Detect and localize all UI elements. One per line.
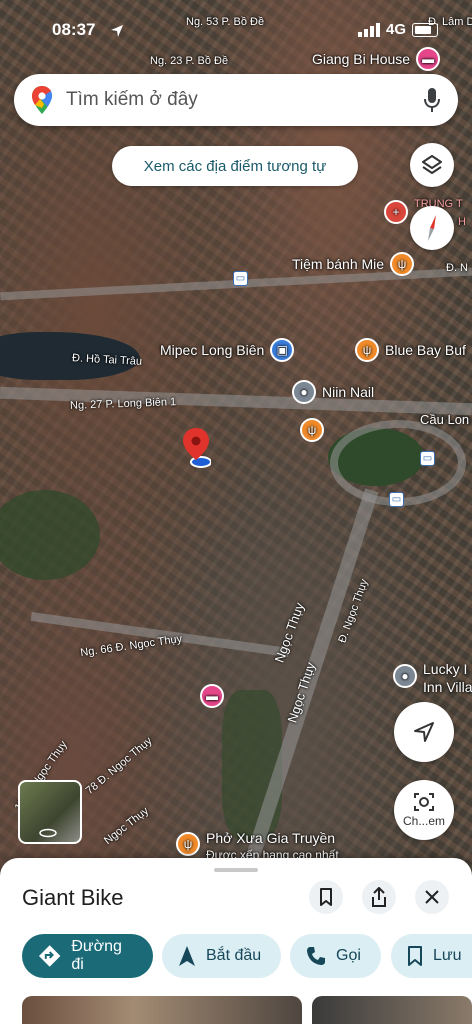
status-time: 08:37 [52, 20, 96, 39]
road [30, 611, 290, 658]
street-view-thumbnail[interactable] [18, 780, 82, 844]
share-button[interactable] [362, 880, 396, 914]
poi-label: Giang Bi House [312, 51, 411, 67]
poi-label: Lucky I [423, 661, 468, 677]
battery-icon [412, 22, 438, 37]
restaurant-icon: ψ [390, 252, 415, 276]
street-label: Ngọc Thụy [271, 600, 308, 665]
poi-giang-bi-house[interactable]: Giang Bi House ▬ [312, 47, 441, 71]
location-arrow-icon [111, 25, 123, 37]
street-label: Ng. 66 Đ. Ngọc Thụy [79, 632, 183, 660]
poi-label: Phở Xưa Gia Truyền [206, 830, 336, 846]
save-icon-button[interactable] [309, 880, 343, 914]
street-label: Ng. 23 P. Bồ Đề [150, 55, 229, 67]
network-type: 4G [385, 21, 406, 38]
directions-icon [38, 945, 61, 967]
street-label: Ng. 27 P. Long Biên 1 [69, 396, 177, 412]
poi-tiem-banh-mie[interactable]: Tiệm bánh Mie ψ [292, 252, 415, 276]
street-label: Đ. N [446, 262, 468, 274]
drag-handle[interactable] [214, 868, 258, 872]
bus-stop-icon[interactable]: ▭ [389, 492, 404, 507]
restaurant-icon: ψ [355, 338, 379, 362]
selected-place-marker[interactable] [183, 428, 212, 470]
compass-button[interactable] [410, 206, 454, 250]
call-label: Gọi [336, 947, 361, 964]
hotel-icon: ▬ [416, 47, 441, 71]
green-strip [222, 690, 282, 840]
rotate-360-icon [39, 828, 57, 838]
bookmark-icon [408, 946, 422, 966]
poi-lucky-inn[interactable]: ● Lucky I Inn Villa [393, 660, 472, 696]
hospital-icon: + [384, 200, 408, 224]
navigation-arrow-icon [179, 946, 195, 966]
hotel-icon: ▬ [200, 684, 224, 708]
location-pin-icon: ● [292, 380, 316, 404]
restaurant-icon: ψ [176, 832, 200, 856]
share-icon [372, 887, 386, 907]
directions-button[interactable]: Đường đi [22, 934, 153, 978]
place-photo[interactable] [22, 996, 302, 1024]
poi-mipec[interactable]: Mipec Long Biên ▣ [160, 338, 295, 362]
place-bottom-sheet[interactable]: Giant Bike Đường đi Bắt đầu Gọi Lưu [0, 858, 472, 1024]
street-label: H [458, 216, 466, 228]
call-button[interactable]: Gọi [290, 934, 381, 978]
place-title: Giant Bike [22, 885, 124, 910]
poi-label: Inn Villa [423, 679, 472, 695]
bookmark-icon [320, 888, 332, 906]
poi-label-group: Lucky I Inn Villa [423, 660, 472, 696]
save-label: Lưu [433, 947, 462, 964]
maps-logo-icon [32, 86, 52, 114]
poi-label: Blue Bay Buf [385, 342, 466, 358]
poi-label: Mipec Long Biên [160, 342, 265, 358]
start-label: Bắt đầu [206, 947, 262, 964]
microphone-icon[interactable] [424, 88, 440, 112]
close-button[interactable] [415, 880, 449, 914]
navigation-arrow-icon [414, 722, 434, 742]
compass-icon [428, 215, 436, 241]
status-indicators: 4G [357, 21, 438, 38]
camera-scan-icon [414, 793, 434, 811]
street-label: Cầu Lon [420, 412, 470, 427]
street-view-label: Ch...em [402, 814, 445, 828]
similar-places-button[interactable]: Xem các địa điểm tương tự [112, 146, 358, 186]
poi-hotel[interactable]: ▬ [200, 684, 224, 708]
poi-blue-bay[interactable]: ψ Blue Bay Buf [355, 338, 466, 362]
restaurant-icon: ψ [300, 418, 324, 442]
my-location-button[interactable] [394, 702, 454, 762]
red-pin-icon [183, 428, 212, 468]
close-icon [425, 890, 439, 904]
poi-label: Niin Nail [322, 384, 375, 400]
street-label: 78 Đ. Ngọc Thụy [83, 734, 155, 798]
shopping-bag-icon: ▣ [270, 338, 295, 362]
start-button[interactable]: Bắt đầu [162, 934, 281, 978]
place-photo[interactable] [312, 996, 472, 1024]
layers-icon [422, 155, 442, 174]
bus-stop-icon[interactable]: ▭ [233, 271, 248, 286]
signal-icon [357, 22, 380, 37]
poi-niin-nail[interactable]: ● Niin Nail [292, 380, 374, 404]
bus-stop-icon[interactable]: ▭ [420, 451, 435, 466]
poi-hospital[interactable]: + [384, 200, 408, 224]
location-pin-icon: ● [393, 664, 417, 688]
save-button[interactable]: Lưu [391, 934, 472, 978]
phone-icon [307, 947, 325, 965]
poi-restaurant[interactable]: ψ [300, 418, 324, 442]
search-bar[interactable]: Tìm kiếm ở đây [14, 74, 458, 126]
green-area [0, 490, 100, 580]
directions-label: Đường đi [71, 938, 122, 973]
layers-button[interactable] [410, 143, 454, 187]
search-input[interactable]: Tìm kiếm ở đây [66, 89, 424, 111]
status-bar: 08:37 4G [0, 18, 472, 46]
poi-label: Tiệm bánh Mie [292, 256, 385, 272]
street-view-button[interactable]: Ch...em [394, 780, 454, 840]
street-label: Ngọc Thụy [101, 804, 152, 848]
